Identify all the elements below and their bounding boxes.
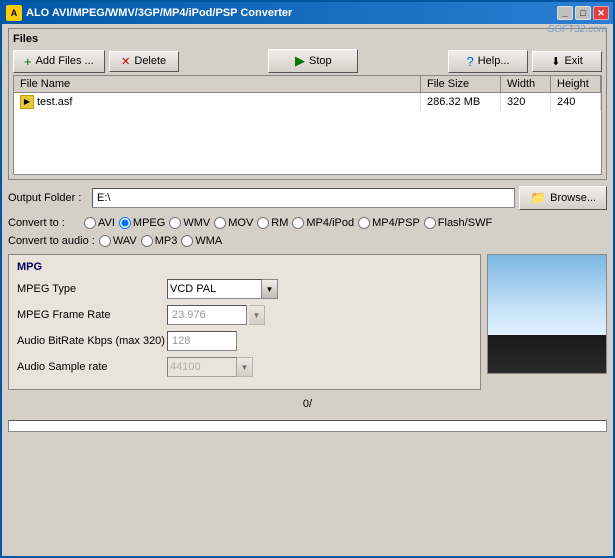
radio-mp4ipod[interactable]: MP4/iPod [292,217,354,229]
settings-preview-area: MPG MPEG Type VCD PAL VCD NTSC SVCD PAL … [8,254,607,390]
file-table: File Name File Size Width Height ▶test.a… [13,75,602,175]
radio-wav[interactable]: WAV [99,235,137,247]
convert-to-label: Convert to : [8,217,80,229]
radio-wmv[interactable]: WMV [169,217,210,229]
help-button[interactable]: ? Help... [448,50,528,73]
output-folder-row: Output Folder : 📁 Browse... [8,186,607,210]
mpeg-type-dropdown-arrow[interactable]: ▼ [262,279,278,299]
exit-button[interactable]: ⬇ Exit [532,51,602,72]
sample-rate-select: 44100 22050 11025 [167,357,237,377]
minimize-button[interactable]: _ [557,6,573,20]
maximize-button[interactable]: □ [575,6,591,20]
delete-icon: ✕ [121,55,130,68]
convert-to-row: Convert to : AVI MPEG WMV MOV RM MP4/iPo… [8,217,607,229]
progress-text: 0/ [303,398,312,410]
setting-frame-rate: MPEG Frame Rate ▼ [17,305,472,325]
help-icon: ? [467,54,474,69]
col-width: Width [501,76,551,93]
add-files-button[interactable]: + Add Files ... [13,50,105,73]
frame-rate-label: MPEG Frame Rate [17,309,167,321]
setting-sample-rate: Audio Sample rate 44100 22050 11025 ▼ [17,357,472,377]
files-group-label: Files [13,33,602,45]
cell-height: 240 [551,93,601,112]
cell-filesize: 286.32 MB [421,93,501,112]
radio-wma[interactable]: WMA [181,235,222,247]
audio-bitrate-input [167,331,237,351]
convert-audio-row: Convert to audio : WAV MP3 WMA [8,235,607,247]
setting-mpeg-type: MPEG Type VCD PAL VCD NTSC SVCD PAL SVCD… [17,279,472,299]
title-bar: A ALO AVI/MPEG/WMV/3GP/MP4/iPod/PSP Conv… [2,2,613,24]
col-filename: File Name [14,76,421,93]
sample-rate-dropdown-arrow: ▼ [237,357,253,377]
cell-filename: ▶test.asf [14,93,421,112]
radio-mpeg[interactable]: MPEG [119,217,165,229]
mpeg-type-control: VCD PAL VCD NTSC SVCD PAL SVCD NTSC DVD … [167,279,472,299]
stop-button[interactable]: ▶ Stop [268,49,358,73]
radio-mov[interactable]: MOV [214,217,253,229]
window-title: ALO AVI/MPEG/WMV/3GP/MP4/iPod/PSP Conver… [26,7,557,19]
preview-sky [488,255,606,335]
audio-bitrate-control [167,331,472,351]
mpeg-type-select[interactable]: VCD PAL VCD NTSC SVCD PAL SVCD NTSC DVD … [167,279,262,299]
add-icon: + [24,54,32,69]
preview-box [487,254,607,374]
browse-button[interactable]: 📁 Browse... [519,186,607,210]
frame-rate-control: ▼ [167,305,472,325]
radio-avi[interactable]: AVI [84,217,115,229]
sample-rate-select-wrapper: 44100 22050 11025 ▼ [167,357,253,377]
radio-flash[interactable]: Flash/SWF [424,217,492,229]
sample-rate-control: 44100 22050 11025 ▼ [167,357,472,377]
browse-icon: 📁 [530,190,546,206]
settings-box: MPG MPEG Type VCD PAL VCD NTSC SVCD PAL … [8,254,481,390]
setting-audio-bitrate: Audio BitRate Kbps (max 320) [17,331,472,351]
close-button[interactable]: ✕ [593,6,609,20]
exit-icon: ⬇ [551,55,560,68]
toolbar: + Add Files ... ✕ Delete ▶ Stop ? Help..… [13,49,602,73]
convert-audio-label: Convert to audio : [8,235,95,247]
output-folder-label: Output Folder : [8,192,88,204]
table-row: ▶test.asf 286.32 MB 320 240 [14,93,601,112]
main-window: A ALO AVI/MPEG/WMV/3GP/MP4/iPod/PSP Conv… [0,0,615,558]
sample-rate-label: Audio Sample rate [17,361,167,373]
mpeg-type-label: MPEG Type [17,283,167,295]
delete-button[interactable]: ✕ Delete [109,51,179,72]
mpeg-type-select-wrapper: VCD PAL VCD NTSC SVCD PAL SVCD NTSC DVD … [167,279,278,299]
app-icon: A [6,5,22,21]
cell-width: 320 [501,93,551,112]
file-icon: ▶ [20,95,34,109]
settings-title: MPG [17,261,472,273]
preview-ground [488,335,606,374]
radio-mp4psp[interactable]: MP4/PSP [358,217,420,229]
title-bar-buttons: _ □ ✕ [557,6,609,20]
soft32-watermark: SOFT32.com [548,24,607,35]
audio-bitrate-label: Audio BitRate Kbps (max 320) [17,335,167,347]
bottom-bar: 0/ [8,394,607,414]
col-filesize: File Size [421,76,501,93]
frame-rate-dropdown-arrow: ▼ [249,305,265,325]
output-folder-input[interactable] [92,188,515,208]
files-group: Files + Add Files ... ✕ Delete ▶ Stop [8,28,607,180]
radio-mp3[interactable]: MP3 [141,235,178,247]
progress-bar-container [8,420,607,432]
stop-icon: ▶ [295,53,305,69]
frame-rate-input [167,305,247,325]
col-height: Height [551,76,601,93]
radio-rm[interactable]: RM [257,217,288,229]
